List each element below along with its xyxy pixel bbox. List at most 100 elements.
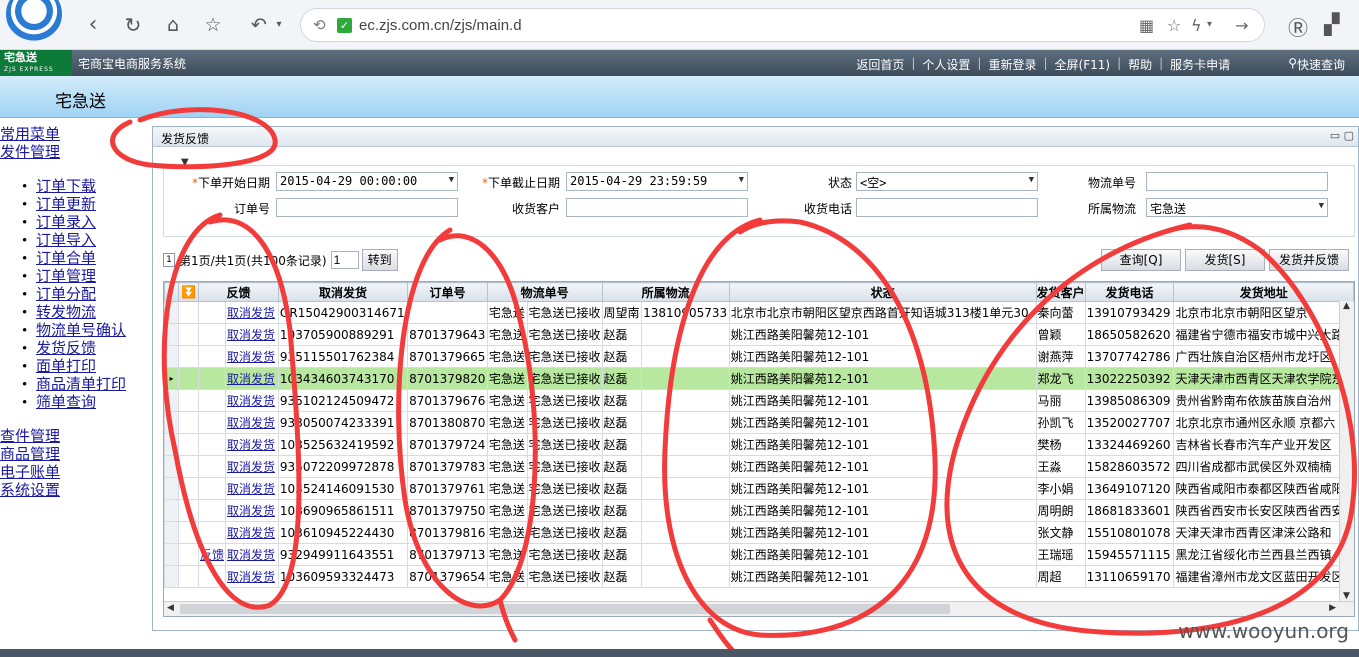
feedback-link[interactable]: 反馈 [197, 543, 226, 566]
feedback-link[interactable] [197, 433, 226, 456]
ship-button[interactable]: 发货[S] [1185, 249, 1265, 271]
feedback-link[interactable] [197, 389, 226, 412]
row-checkbox[interactable] [178, 455, 199, 478]
chevron-down-icon[interactable]: ▾ [266, 12, 292, 38]
order-no-input[interactable] [276, 198, 458, 217]
menu-item[interactable]: 物流单号确认 [22, 322, 148, 340]
feedback-link[interactable] [197, 367, 226, 390]
search-icon[interactable]: ⚲ [1288, 56, 1297, 73]
col-sender-address[interactable]: 发货地址 [1173, 282, 1354, 302]
cancel-shipment-link[interactable]: 取消发货 [224, 301, 279, 324]
menu-item[interactable]: 转发物流 [22, 304, 148, 322]
goto-page-button[interactable]: 转到 [361, 249, 398, 271]
page-number-input[interactable] [330, 251, 359, 269]
feedback-link[interactable] [197, 301, 226, 324]
go-arrow-icon[interactable]: → [1235, 16, 1248, 35]
feedback-link[interactable] [197, 345, 226, 368]
browser-logo-icon[interactable] [6, 0, 62, 42]
menu-item[interactable]: 筛单查询 [22, 394, 148, 412]
table-row[interactable]: 取消发货 OR15042900314671 宅急送 宅急送已接收 周望南 13810905… [164, 301, 1354, 324]
row-checkbox[interactable] [178, 389, 199, 412]
link-personal-settings[interactable]: 个人设置 [922, 56, 970, 73]
cancel-shipment-link[interactable]: 取消发货 [224, 345, 279, 368]
query-button[interactable]: 查询[Q] [1101, 249, 1181, 271]
end-date-input[interactable]: 2015-04-29 23:59:59 [566, 172, 748, 191]
bookmark-star-icon[interactable]: ☆ [1167, 16, 1181, 35]
cancel-shipment-link[interactable]: 取消发货 [224, 565, 279, 588]
table-row[interactable]: 取消发货 935102124509472 8701379676 宅急送 宅急送已接收 赵磊… [164, 389, 1354, 412]
menu-item[interactable]: 订单管理 [22, 268, 148, 286]
table-row[interactable]: ▸ 取消发货 103434603743170 8701379820 宅急送 宅急送已接收赵… [164, 367, 1354, 390]
row-checkbox[interactable] [178, 433, 199, 456]
menu-item[interactable]: 订单合单 [22, 250, 148, 268]
table-row[interactable]: 取消发货 103609593324473 8701379654 宅急送 宅急送已接收 赵磊… [164, 565, 1354, 588]
customer-input[interactable] [566, 198, 748, 217]
qr-code-icon[interactable]: ▦ [1139, 16, 1154, 35]
cancel-shipment-link[interactable]: 取消发货 [224, 433, 279, 456]
horizontal-scrollbar[interactable]: ◀ ▶ [164, 601, 1354, 616]
col-sender-phone[interactable]: 发货电话 [1084, 282, 1175, 302]
feedback-link[interactable] [197, 455, 226, 478]
row-checkbox[interactable] [178, 345, 199, 368]
link-home[interactable]: 返回首页 [856, 56, 904, 73]
col-sender[interactable]: 发货客户 [1035, 282, 1086, 302]
menu-item[interactable]: 订单更新 [22, 196, 148, 214]
table-row[interactable]: 取消发货 933050074233391 8701380870 宅急送 宅急送已接收 赵磊… [164, 411, 1354, 434]
col-order-no[interactable]: 订单号 [407, 282, 488, 302]
row-checkbox[interactable] [178, 323, 199, 346]
address-bar[interactable]: ⟲ ✓ ec.zjs.com.cn/zjs/main.d ▦ ☆ ϟ ▾ → [300, 8, 1265, 42]
menu-item[interactable]: 订单分配 [22, 286, 148, 304]
menu-item[interactable]: 订单下载 [22, 178, 148, 196]
menu-item[interactable]: 订单录入 [22, 214, 148, 232]
feedback-link[interactable] [197, 499, 226, 522]
table-row[interactable]: 取消发货 103705900889291 8701379643 宅急送 宅急送已接收 赵磊… [164, 323, 1354, 346]
menu-group-tracking[interactable]: 查件管理 [0, 428, 148, 446]
col-tracking-no[interactable]: 物流单号 [486, 282, 603, 302]
cancel-shipment-link[interactable]: 取消发货 [224, 543, 279, 566]
menu-item[interactable]: 面单打印 [22, 358, 148, 376]
link-relogin[interactable]: 重新登录 [988, 56, 1036, 73]
feedback-link[interactable] [197, 521, 226, 544]
col-feedback[interactable]: 反馈 [197, 282, 279, 302]
ship-feedback-button[interactable]: 发货并反馈 [1269, 249, 1349, 271]
row-checkbox[interactable] [178, 543, 199, 566]
table-row[interactable]: 取消发货 103690965861511 8701379750 宅急送 宅急送已接收 赵磊… [164, 499, 1354, 522]
row-checkbox[interactable] [178, 367, 199, 390]
link-help[interactable]: 帮助 [1128, 56, 1152, 73]
reload-icon[interactable]: ↻ [120, 12, 146, 38]
row-checkbox[interactable] [178, 499, 199, 522]
cancel-shipment-link[interactable]: 取消发货 [224, 411, 279, 434]
home-icon[interactable]: ⌂ [160, 12, 186, 38]
menu-group-common[interactable]: 常用菜单 [0, 126, 148, 144]
chevron-down-icon[interactable]: ▾ [1207, 19, 1212, 30]
menu-item[interactable]: 发货反馈 [22, 340, 148, 358]
link-service-card[interactable]: 服务卡申请 [1170, 56, 1230, 73]
menu-item[interactable]: 商品清单打印 [22, 376, 148, 394]
lightning-icon[interactable]: ϟ [1191, 16, 1202, 35]
row-checkbox[interactable] [178, 521, 199, 544]
cancel-shipment-link[interactable]: 取消发货 [224, 389, 279, 412]
scroll-thumb[interactable] [180, 604, 950, 614]
col-logistics[interactable]: 所属物流 [601, 282, 730, 302]
cancel-shipment-link[interactable]: 取消发货 [224, 323, 279, 346]
cancel-shipment-link[interactable]: 取消发货 [224, 499, 279, 522]
table-row[interactable]: 取消发货 103524146091530 8701379761 宅急送 宅急送已接收 赵磊… [164, 477, 1354, 500]
row-checkbox[interactable] [178, 301, 199, 324]
feedback-link[interactable] [197, 411, 226, 434]
url-text[interactable]: ec.zjs.com.cn/zjs/main.d [359, 17, 522, 34]
cancel-shipment-link[interactable]: 取消发货 [224, 367, 279, 390]
row-checkbox[interactable] [178, 565, 199, 588]
start-date-input[interactable]: 2015-04-29 00:00:00 [276, 172, 458, 191]
back-icon[interactable]: ‹ [80, 12, 106, 38]
menu-group-shipping[interactable]: 发件管理 [0, 144, 148, 162]
feedback-link[interactable] [197, 323, 226, 346]
table-row[interactable]: 取消发货 103610945224430 8701379816 宅急送 宅急送已接收 赵磊… [164, 521, 1354, 544]
col-expand-all[interactable]: ⏬ [178, 282, 199, 302]
feedback-link[interactable] [197, 565, 226, 588]
cancel-shipment-link[interactable]: 取消发货 [224, 477, 279, 500]
table-row[interactable]: 取消发货 935115501762384 8701379665 宅急送 宅急送已接收 赵磊… [164, 345, 1354, 368]
link-quick-search[interactable]: 快速查询 [1297, 56, 1345, 73]
menu-group-products[interactable]: 商品管理 [0, 446, 148, 464]
phone-input[interactable] [856, 198, 1038, 217]
link-fullscreen[interactable]: 全屏(F11) [1055, 56, 1111, 73]
